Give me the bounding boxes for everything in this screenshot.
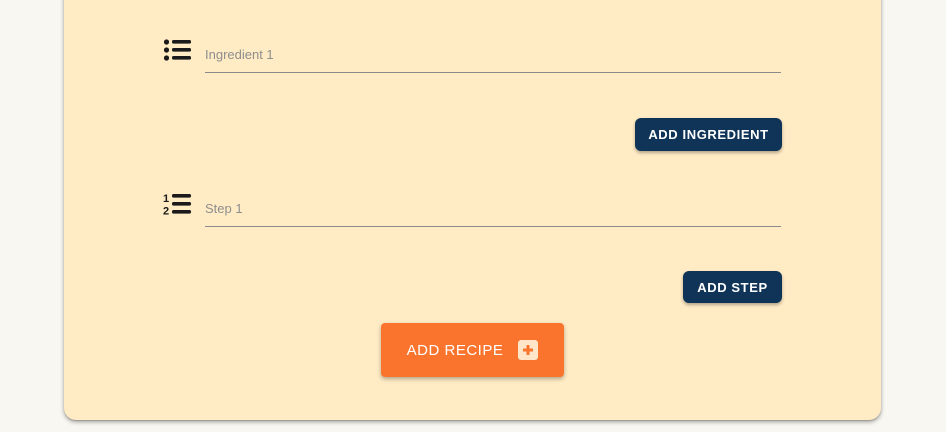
list-bullet-icon <box>163 39 191 61</box>
plus-square-icon <box>518 340 539 360</box>
svg-text:2: 2 <box>163 206 169 218</box>
recipe-form-card: ADD INGREDIENT 1 2 ADD STEP ADD RECIPE <box>64 0 881 420</box>
step-input[interactable] <box>205 191 781 227</box>
add-ingredient-button[interactable]: ADD INGREDIENT <box>635 118 782 151</box>
svg-text:1: 1 <box>163 193 169 205</box>
ingredient-input[interactable] <box>205 37 781 73</box>
add-recipe-button[interactable]: ADD RECIPE <box>381 323 564 377</box>
add-step-button[interactable]: ADD STEP <box>683 271 782 303</box>
add-recipe-label: ADD RECIPE <box>406 341 504 359</box>
list-numbered-icon: 1 2 <box>163 193 191 218</box>
step-field-row: 1 2 <box>163 191 781 231</box>
ingredient-field-row <box>163 37 781 77</box>
